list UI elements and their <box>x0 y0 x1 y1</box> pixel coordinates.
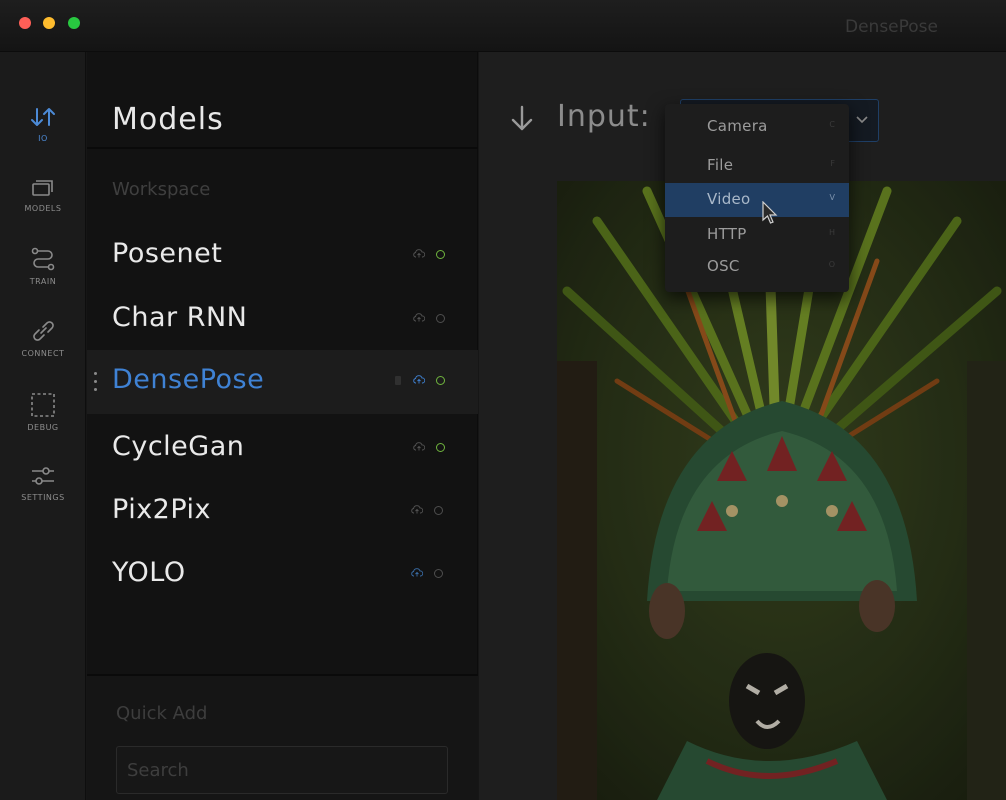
model-row-pix2pix[interactable]: Pix2Pix <box>87 480 478 544</box>
cloud-upload-icon[interactable] <box>411 505 423 514</box>
divider <box>87 147 478 149</box>
zoom-window-button[interactable] <box>68 17 80 29</box>
quick-add-label: Quick Add <box>116 703 208 724</box>
model-row-densepose[interactable]: DensePose <box>87 350 478 414</box>
status-indicator <box>436 443 445 452</box>
rail-label-train: TRAIN <box>29 277 57 286</box>
cloud-upload-icon[interactable] <box>413 375 425 384</box>
nav-rail: IO MODELS TRAIN CONNECT DEBUG SETTINGS <box>0 52 86 800</box>
status-indicator <box>434 569 443 578</box>
rail-item-io[interactable]: IO <box>0 106 86 172</box>
close-window-button[interactable] <box>19 17 31 29</box>
model-name: YOLO <box>112 557 186 588</box>
panel-title: Models <box>112 102 224 137</box>
rail-item-settings[interactable]: SETTINGS <box>0 465 86 531</box>
model-row-char-rnn[interactable]: Char RNN <box>87 288 478 352</box>
rail-label-io: IO <box>38 134 48 143</box>
shortcut-hint: V <box>829 193 835 202</box>
dashed-square-icon <box>31 393 55 417</box>
status-indicator <box>436 250 445 259</box>
rail-item-train[interactable]: TRAIN <box>0 247 86 313</box>
shortcut-hint: F <box>830 159 835 168</box>
minimize-window-button[interactable] <box>43 17 55 29</box>
window-title: DensePose <box>845 17 939 37</box>
option-label: OSC <box>707 257 740 275</box>
cloud-upload-icon[interactable] <box>413 442 425 451</box>
model-name: Pix2Pix <box>112 494 212 525</box>
rail-label-connect: CONNECT <box>21 349 65 358</box>
cloud-upload-icon[interactable] <box>413 249 425 258</box>
trash-icon[interactable] <box>395 376 401 385</box>
app-window: DensePose IO MODELS TRAIN CONNECT DEBUG … <box>0 0 1006 800</box>
dropdown-option-file[interactable]: File F <box>665 149 849 183</box>
rail-item-models[interactable]: MODELS <box>0 176 86 242</box>
model-name: Posenet <box>112 238 223 269</box>
rail-item-connect[interactable]: CONNECT <box>0 319 86 385</box>
status-indicator <box>436 314 445 323</box>
chevron-down-icon <box>856 116 868 124</box>
option-label: Camera <box>707 117 768 135</box>
model-row-cyclegan[interactable]: CycleGan <box>87 417 478 481</box>
cloud-upload-icon[interactable] <box>411 568 423 577</box>
search-input[interactable] <box>116 746 448 794</box>
option-label: HTTP <box>707 225 747 243</box>
rail-label-models: MODELS <box>24 204 62 213</box>
mouse-pointer-icon <box>762 201 778 224</box>
status-indicator <box>436 376 445 385</box>
model-name: Char RNN <box>112 302 248 333</box>
shortcut-hint: O <box>828 260 835 269</box>
title-bar: DensePose <box>0 0 1006 52</box>
train-path-icon <box>31 247 55 271</box>
dropdown-option-video[interactable]: Video V <box>665 183 849 217</box>
arrow-down-icon <box>511 105 533 131</box>
rail-label-settings: SETTINGS <box>21 493 65 502</box>
io-arrows-icon <box>31 108 55 126</box>
workspace-label: Workspace <box>112 179 211 200</box>
input-source-dropdown: Camera C File F Video V HTTP H OSC O <box>665 104 849 292</box>
model-name: DensePose <box>112 364 265 395</box>
sliders-icon <box>32 467 54 485</box>
option-label: Video <box>707 190 751 208</box>
input-label: Input: <box>557 99 651 134</box>
option-label: File <box>707 156 734 174</box>
model-row-posenet[interactable]: Posenet <box>87 224 478 288</box>
status-indicator <box>434 506 443 515</box>
drag-handle-icon[interactable] <box>94 372 97 392</box>
model-name: CycleGan <box>112 431 245 462</box>
shortcut-hint: H <box>828 228 835 237</box>
rail-item-debug[interactable]: DEBUG <box>0 393 86 459</box>
shortcut-hint: C <box>829 120 835 129</box>
link-icon <box>33 321 54 341</box>
cloud-upload-icon[interactable] <box>413 313 425 322</box>
models-stack-icon <box>32 180 53 196</box>
dropdown-option-http[interactable]: HTTP H <box>665 218 849 252</box>
model-row-yolo[interactable]: YOLO <box>87 543 478 607</box>
dropdown-option-camera[interactable]: Camera C <box>665 110 849 144</box>
dropdown-option-osc[interactable]: OSC O <box>665 250 849 284</box>
rail-label-debug: DEBUG <box>27 423 59 432</box>
models-panel: Models Workspace Posenet Char RNN DenseP… <box>87 52 478 800</box>
